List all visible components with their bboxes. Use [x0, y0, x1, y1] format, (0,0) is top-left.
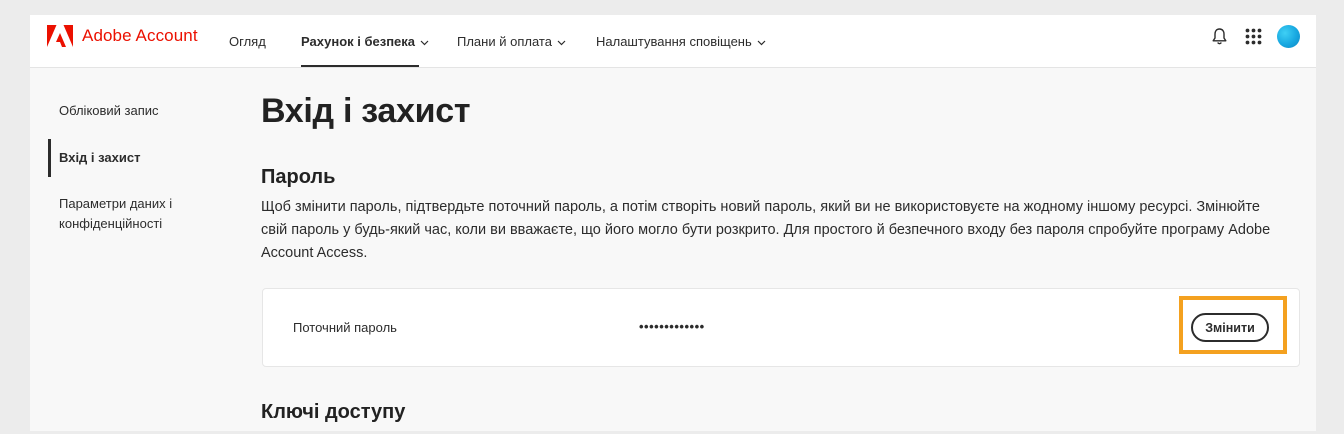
sidebar-item-label: Обліковий запис	[59, 103, 159, 118]
password-heading: Пароль	[261, 166, 336, 188]
app-frame: Adobe Account Огляд Рахунок і безпека Пл…	[30, 15, 1316, 431]
sidebar-item-data-privacy[interactable]: Параметри даних і конфіденційності	[59, 194, 189, 234]
apps-grid-icon[interactable]	[1245, 28, 1262, 50]
avatar[interactable]	[1277, 25, 1300, 48]
sidebar-item-account[interactable]: Обліковий запис	[59, 101, 209, 121]
chevron-down-icon	[757, 34, 766, 49]
page-title: Вхід і захист	[261, 92, 471, 130]
chevron-down-icon	[557, 34, 566, 49]
nav-notification-settings[interactable]: Налаштування сповіщень	[596, 15, 766, 68]
nav-overview[interactable]: Огляд	[229, 15, 266, 68]
brand-name: Adobe Account	[82, 26, 198, 45]
sidebar-item-label: Параметри даних і конфіденційності	[59, 196, 173, 231]
password-description: Щоб змінити пароль, підтвердьте поточний…	[261, 199, 1271, 261]
sidebar-active-indicator	[48, 139, 51, 177]
brand[interactable]: Adobe Account	[47, 25, 198, 47]
adobe-logo-icon	[47, 25, 73, 47]
top-navigation-bar: Adobe Account Огляд Рахунок і безпека Пл…	[30, 15, 1316, 68]
sidebar-item-sign-in-security[interactable]: Вхід і захист	[59, 148, 209, 168]
change-password-button[interactable]: Змінити	[1191, 313, 1269, 342]
bell-icon[interactable]	[1211, 27, 1228, 51]
current-password-value: •••••••••••••	[639, 319, 705, 334]
nav-plans-payment-label: Плани й оплата	[457, 34, 552, 49]
current-password-card: Поточний пароль ••••••••••••• Змінити	[262, 288, 1300, 367]
nav-overview-label: Огляд	[229, 34, 266, 49]
sidebar-item-label: Вхід і захист	[59, 150, 141, 165]
nav-account-security-label: Рахунок і безпека	[301, 34, 416, 49]
current-password-label: Поточний пароль	[293, 320, 397, 335]
nav-notification-settings-label: Налаштування сповіщень	[596, 34, 752, 49]
nav-active-underline	[301, 65, 419, 67]
chevron-down-icon	[420, 34, 429, 49]
passkeys-heading: Ключі доступу	[261, 401, 406, 423]
nav-account-security[interactable]: Рахунок і безпека	[301, 15, 429, 68]
nav-plans-payment[interactable]: Плани й оплата	[457, 15, 566, 68]
